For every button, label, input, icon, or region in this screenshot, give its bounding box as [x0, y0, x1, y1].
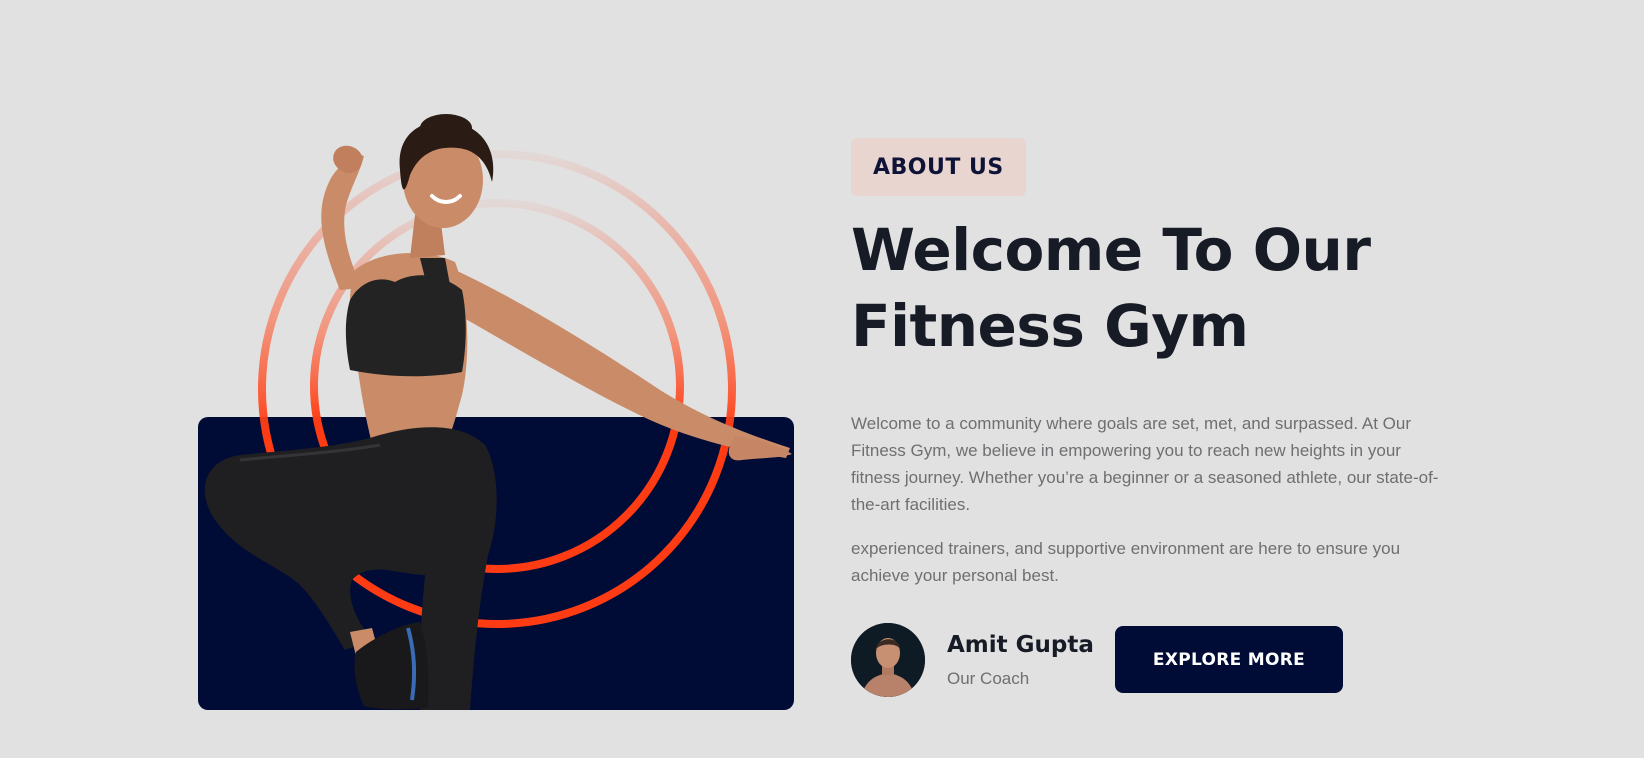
coach-card: Amit Gupta Our Coach	[851, 623, 1094, 697]
explore-more-button[interactable]: EXPLORE MORE	[1115, 626, 1343, 693]
athlete-figure	[204, 114, 792, 710]
raised-fist	[333, 145, 363, 174]
extended-arm	[450, 270, 790, 458]
hair-bun	[420, 114, 472, 142]
secondary-paragraph: experienced trainers, and supportive env…	[851, 539, 1401, 585]
coach-info: Amit Gupta Our Coach	[947, 631, 1094, 689]
title-line-2: Fitness Gym	[851, 292, 1249, 360]
page-title: Welcome To Our Fitness Gym	[851, 212, 1411, 364]
avatar	[851, 623, 925, 697]
coach-role: Our Coach	[947, 669, 1030, 688]
hero-image-area	[0, 0, 800, 758]
coach-portrait-icon	[851, 623, 925, 697]
intro-paragraph: Welcome to a community where goals are s…	[851, 414, 1439, 514]
coach-name: Amit Gupta	[947, 632, 1094, 658]
title-line-1: Welcome To Our	[851, 216, 1371, 284]
about-us-badge: ABOUT US	[851, 138, 1026, 196]
leggings	[204, 427, 497, 710]
sports-bra	[345, 275, 466, 377]
